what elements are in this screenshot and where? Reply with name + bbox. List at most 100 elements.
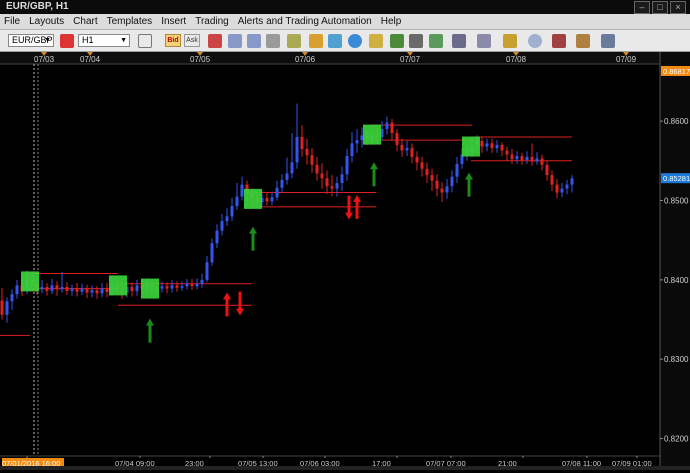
pencil-icon[interactable]: [369, 34, 383, 48]
candle-body: [0, 300, 4, 315]
candle-body: [505, 150, 509, 155]
candle-body: [550, 175, 554, 185]
print-icon[interactable]: [409, 34, 423, 48]
candle-body: [265, 198, 269, 202]
candle-body: [195, 283, 199, 287]
signal-box: [244, 188, 262, 209]
candle-body: [210, 243, 214, 263]
zoom-area-icon[interactable]: [266, 34, 280, 48]
list-icon[interactable]: [452, 34, 466, 48]
candle-body: [200, 279, 204, 284]
candle-body: [290, 162, 294, 174]
candle-body: [70, 288, 74, 291]
chart-type-icon[interactable]: [138, 34, 152, 48]
candle-body: [440, 188, 444, 193]
menu-templates[interactable]: Templates: [107, 16, 153, 27]
candle-body: [500, 144, 504, 151]
maximize-icon[interactable]: □: [652, 1, 668, 14]
y-tick-label: 0.8300: [664, 355, 689, 364]
fibonacci-icon[interactable]: [477, 34, 491, 48]
menu-insert[interactable]: Insert: [161, 16, 186, 27]
shape-tool-icon[interactable]: [528, 34, 542, 48]
chart-style-icon[interactable]: [60, 34, 74, 48]
candle-body: [495, 144, 499, 149]
candle-body: [40, 286, 44, 290]
ask-button[interactable]: Ask: [184, 34, 200, 47]
candle-body: [425, 168, 429, 176]
y-tick-label: 0.8600: [664, 117, 689, 126]
bid-button[interactable]: Bid: [165, 34, 181, 47]
menu-trading[interactable]: Trading: [195, 16, 229, 27]
y-tick-label: 0.8500: [664, 196, 689, 205]
menu-alerts-automation[interactable]: Alerts and Trading Automation: [238, 16, 372, 27]
indicators-icon[interactable]: [208, 34, 222, 48]
candle-body: [190, 283, 194, 287]
candle-body: [295, 137, 299, 163]
candle-body: [10, 294, 14, 302]
price-axis-panel: [660, 52, 690, 470]
signal-box: [109, 275, 127, 296]
candle-body: [430, 175, 434, 181]
candle-body: [305, 148, 309, 156]
signal-box: [462, 136, 480, 157]
price-chart[interactable]: 07/03 07/04 07/05 07/06 07/07 07/08 07/09 0.860…: [0, 52, 690, 470]
candle-body: [50, 285, 54, 291]
candle-body: [520, 156, 524, 161]
last-price-label: 0.85281: [663, 174, 690, 183]
timeframe-select[interactable]: H1 ▼: [78, 34, 130, 47]
candle-body: [95, 290, 99, 294]
minimize-icon[interactable]: –: [634, 1, 650, 14]
chart-canvas[interactable]: 07/03 07/04 07/05 07/06 07/07 07/08 07/09 0.860…: [0, 52, 690, 470]
candle-body: [45, 286, 49, 291]
candle-body: [215, 230, 219, 244]
signal-box: [363, 124, 381, 145]
candle-body: [435, 180, 439, 189]
candle-body: [515, 156, 519, 160]
candle-body: [175, 285, 179, 288]
candle-body: [445, 186, 449, 193]
line-tool-icon[interactable]: [503, 34, 517, 48]
candle-body: [75, 288, 79, 292]
candle-body: [220, 221, 224, 231]
candle-body: [235, 196, 239, 207]
menu-chart[interactable]: Chart: [73, 16, 97, 27]
refresh-icon[interactable]: [328, 34, 342, 48]
candle-body: [525, 156, 529, 161]
candle-body: [565, 184, 569, 189]
alert-icon[interactable]: [552, 34, 566, 48]
image-icon[interactable]: [390, 34, 404, 48]
symbol-select[interactable]: EUR/GBP ▼: [8, 34, 54, 47]
zoom-in-icon[interactable]: [228, 34, 242, 48]
cursor-icon[interactable]: [287, 34, 301, 48]
candle-body: [535, 158, 539, 162]
menu-layouts[interactable]: Layouts: [29, 16, 64, 27]
magic-wand-icon[interactable]: [576, 34, 590, 48]
top-date-label: 07/09: [616, 55, 637, 64]
chart-toolbar: EUR/GBP ▼ H1 ▼ Bid Ask: [0, 30, 690, 52]
chart-background: [0, 52, 690, 470]
menu-file[interactable]: File: [4, 16, 20, 27]
candle-body: [90, 290, 94, 293]
annotation-icon[interactable]: [309, 34, 323, 48]
candle-body: [285, 173, 289, 180]
settings-icon[interactable]: [601, 34, 615, 48]
candle-body: [300, 137, 304, 149]
trendline-icon[interactable]: [429, 34, 443, 48]
candle-body: [395, 133, 399, 145]
candle-body: [80, 288, 84, 292]
candle-body: [335, 183, 339, 189]
globe-icon[interactable]: [348, 34, 362, 48]
candle-body: [55, 285, 59, 290]
candle-body: [225, 216, 229, 222]
candle-body: [455, 163, 459, 177]
candle-body: [160, 286, 164, 289]
candle-body: [540, 158, 544, 165]
zoom-out-icon[interactable]: [247, 34, 261, 48]
menu-help[interactable]: Help: [381, 16, 402, 27]
candle-body: [330, 186, 334, 189]
close-icon[interactable]: ×: [670, 1, 686, 14]
top-date-label: 07/08: [506, 55, 527, 64]
candle-body: [205, 262, 209, 280]
candle-body: [130, 286, 134, 291]
candle-body: [450, 176, 454, 187]
